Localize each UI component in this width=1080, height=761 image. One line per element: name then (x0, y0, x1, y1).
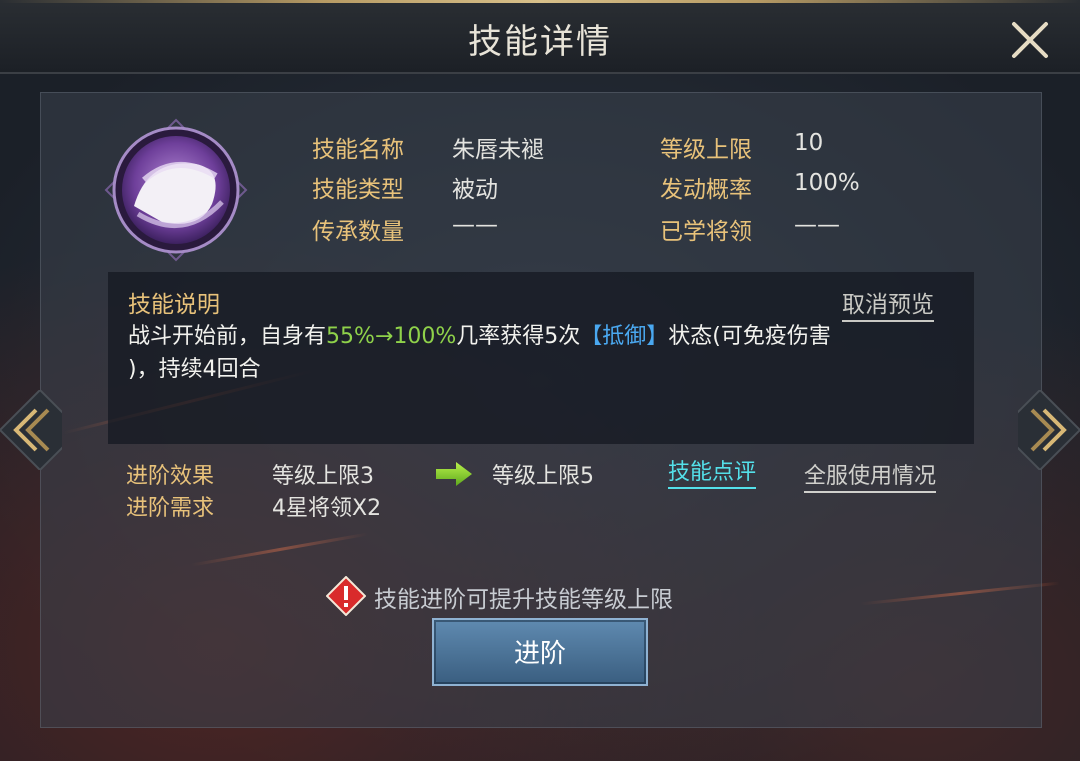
advance-effect-from: 等级上限3 (272, 464, 374, 489)
info-row: 等级上限 (660, 130, 752, 164)
info-row: 已学将领 (660, 212, 752, 246)
prev-skill-button[interactable] (0, 388, 82, 472)
info-label: 发动概率 (660, 177, 752, 203)
description-title: 技能说明 (128, 292, 220, 318)
info-label: 传承数量 (312, 219, 404, 245)
info-value: 100% (794, 170, 860, 196)
warning-icon (326, 576, 366, 616)
info-row: 技能类型 (312, 170, 404, 204)
server-usage-link[interactable]: 全服使用情况 (804, 458, 937, 493)
status-highlight: 【抵御】 (580, 324, 669, 349)
info-label: 技能类型 (312, 177, 404, 203)
info-row: 传承数量 (312, 212, 404, 246)
skill-type-value: 被动 (452, 177, 498, 203)
notice: 技能进阶可提升技能等级上限 (326, 576, 746, 616)
learned-generals-value: —— (794, 212, 840, 238)
inherit-count-value: —— (452, 212, 498, 238)
arrow-right-icon (434, 460, 474, 488)
chevron-right-icon (998, 388, 1080, 472)
page-title: 技能详情 (468, 22, 612, 62)
advance-need-label: 进阶需求 (126, 496, 215, 521)
info-value: 被动 (452, 170, 498, 204)
description-part: )，持续4回合 (128, 357, 261, 382)
trigger-rate-value: 100% (794, 170, 860, 196)
advance-need-value: 4星将领X2 (272, 496, 382, 521)
next-skill-button[interactable] (998, 388, 1080, 472)
info-value: 10 (794, 130, 823, 156)
info-value: —— (452, 212, 498, 238)
info-label: 等级上限 (660, 137, 752, 163)
chance-highlight: 55%→100% (326, 324, 457, 349)
skill-icon (104, 118, 248, 262)
advance-effect-to: 等级上限5 (492, 464, 594, 489)
skill-review-label[interactable]: 技能点评 (668, 460, 757, 489)
close-icon (1012, 22, 1048, 58)
info-value: —— (794, 212, 840, 238)
close-button[interactable] (1006, 16, 1054, 64)
info-label: 已学将领 (660, 219, 752, 245)
skill-review-link[interactable]: 技能点评 (668, 454, 757, 489)
skill-name-value: 朱唇未褪 (452, 137, 544, 163)
cancel-preview-link[interactable]: 取消预览 (842, 285, 934, 322)
description-part: 几率获得5次 (456, 324, 581, 349)
chevron-left-icon (0, 388, 82, 472)
description-part: 战斗开始前，自身有 (128, 324, 327, 349)
info-row: 发动概率 (660, 170, 752, 204)
info-value: 朱唇未褪 (452, 130, 544, 164)
advance-effect-label: 进阶效果 (126, 464, 215, 489)
title-bar: 技能详情 (0, 0, 1080, 74)
info-label: 技能名称 (312, 137, 404, 163)
description-text: 战斗开始前，自身有55%→100%几率获得5次【抵御】状态(可免疫伤害 )，持续4… (128, 320, 958, 386)
level-cap-value: 10 (794, 130, 824, 156)
description-part: 状态(可免疫伤害 (668, 324, 831, 349)
info-row: 技能名称 (312, 130, 404, 164)
advance-button[interactable]: 进阶 (432, 618, 648, 686)
notice-text: 技能进阶可提升技能等级上限 (374, 587, 673, 613)
server-usage-label[interactable]: 全服使用情况 (804, 464, 937, 493)
